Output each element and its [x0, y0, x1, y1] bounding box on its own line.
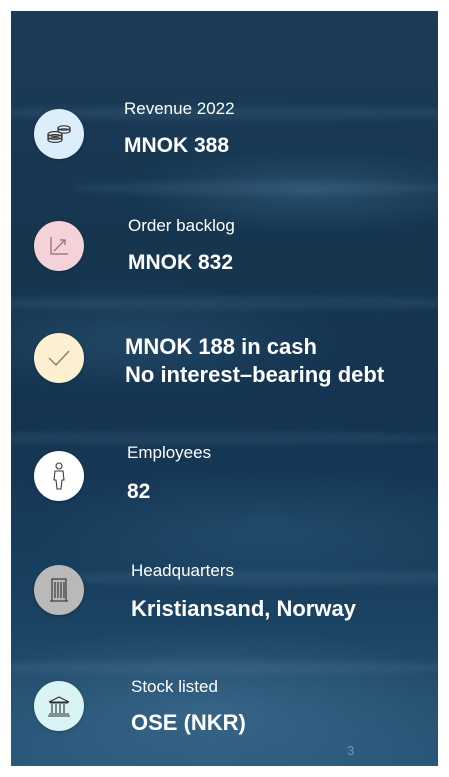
wave-texture	[11, 431, 438, 445]
bank-icon	[34, 681, 84, 731]
stat-label: Employees	[127, 443, 212, 462]
stat-label: Headquarters	[131, 561, 235, 580]
wave-texture	[11, 296, 438, 310]
checkmark-icon	[34, 333, 84, 383]
page-number: 3	[347, 743, 355, 758]
stat-value: MNOK 832	[128, 251, 234, 274]
trend-up-icon	[34, 221, 84, 271]
stat-value: Kristiansand, Norway	[131, 596, 356, 621]
building-icon	[34, 565, 84, 615]
stat-label: Order backlog	[128, 216, 235, 235]
stat-value: MNOK 388	[124, 134, 230, 157]
stat-value-line1: MNOK 188 in cash	[125, 334, 317, 359]
wave-texture	[71, 181, 438, 195]
wave-texture	[31, 571, 438, 585]
coins-icon	[34, 109, 84, 159]
wave-texture	[11, 661, 438, 675]
stat-label: Stock listed	[131, 677, 218, 696]
stat-value-line2: No interest–bearing debt	[125, 362, 385, 387]
person-icon	[34, 451, 84, 501]
slide-background: Revenue 2022 MNOK 388 Order backlog MNOK…	[11, 11, 438, 766]
stat-value: 82	[127, 480, 151, 503]
stat-value: OSE (NKR)	[131, 710, 246, 735]
stat-label: Revenue 2022	[124, 99, 235, 118]
